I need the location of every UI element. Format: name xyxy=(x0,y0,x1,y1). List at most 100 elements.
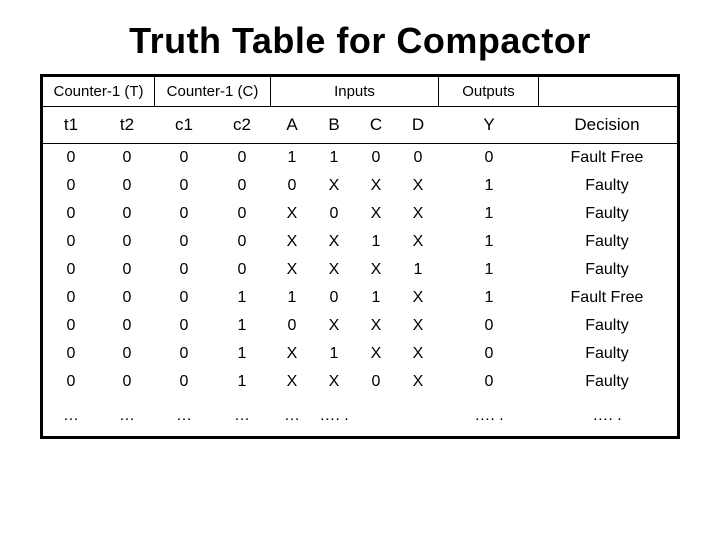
cell-t2: 0 xyxy=(99,312,155,340)
cell-C: X xyxy=(355,340,397,368)
cell-t2: 0 xyxy=(99,200,155,228)
cell-t1: 0 xyxy=(43,312,99,340)
cell-t1: 0 xyxy=(43,200,99,228)
cell-c1: … xyxy=(155,402,213,430)
cell-c1: 0 xyxy=(155,228,213,256)
cell-t1: … xyxy=(43,402,99,430)
cell-t1: 0 xyxy=(43,284,99,312)
cell-Y: 0 xyxy=(439,340,539,368)
cell-B: X xyxy=(313,228,355,256)
cell-C: X xyxy=(355,200,397,228)
cell-c1: 0 xyxy=(155,368,213,396)
cell-Decision: Faulty xyxy=(539,312,675,340)
cell-c2: 1 xyxy=(213,368,271,396)
cell-C: X xyxy=(355,172,397,200)
col-t2: t2 xyxy=(99,107,155,143)
cell-c2: 0 xyxy=(213,144,271,172)
cell-c1: 0 xyxy=(155,172,213,200)
col-c1: c1 xyxy=(155,107,213,143)
page-title: Truth Table for Compactor xyxy=(40,20,680,62)
cell-C: X xyxy=(355,256,397,284)
cell-D: 0 xyxy=(397,144,439,172)
cell-c2: … xyxy=(213,402,271,430)
cell-B: 0 xyxy=(313,200,355,228)
sub-header-row: t1 t2 c1 c2 A B C D Y Decision xyxy=(43,107,677,144)
cell-A: 0 xyxy=(271,312,313,340)
cell-A: X xyxy=(271,368,313,396)
cell-t1: 0 xyxy=(43,256,99,284)
cell-Decision: …. . xyxy=(539,402,675,430)
cell-c1: 0 xyxy=(155,200,213,228)
table-row: 0000XX1X1Faulty xyxy=(43,228,677,256)
cell-c1: 0 xyxy=(155,340,213,368)
cell-t2: 0 xyxy=(99,144,155,172)
cell-t2: 0 xyxy=(99,256,155,284)
cell-t1: 0 xyxy=(43,340,99,368)
cell-c2: 0 xyxy=(213,256,271,284)
ellipsis-row: … … … … … …. . …. . …. . xyxy=(43,402,677,430)
cell-c1: 0 xyxy=(155,256,213,284)
cell-D xyxy=(397,402,439,430)
cell-A: 1 xyxy=(271,284,313,312)
cell-Y: 0 xyxy=(439,312,539,340)
cell-c2: 0 xyxy=(213,200,271,228)
cell-t2: 0 xyxy=(99,284,155,312)
cell-B: …. . xyxy=(313,402,355,430)
col-Y: Y xyxy=(439,107,539,143)
cell-C: 1 xyxy=(355,284,397,312)
cell-D: X xyxy=(397,368,439,396)
cell-B: 1 xyxy=(313,340,355,368)
cell-t2: … xyxy=(99,402,155,430)
cell-C: 0 xyxy=(355,368,397,396)
group-inputs: Inputs xyxy=(271,77,439,106)
cell-D: X xyxy=(397,172,439,200)
cell-Y: 0 xyxy=(439,368,539,396)
cell-B: 0 xyxy=(313,284,355,312)
cell-c2: 1 xyxy=(213,340,271,368)
cell-t1: 0 xyxy=(43,228,99,256)
cell-Y: 1 xyxy=(439,172,539,200)
cell-A: X xyxy=(271,340,313,368)
cell-t1: 0 xyxy=(43,172,99,200)
cell-c1: 0 xyxy=(155,144,213,172)
cell-A: X xyxy=(271,256,313,284)
cell-c2: 1 xyxy=(213,312,271,340)
cell-D: X xyxy=(397,340,439,368)
cell-t2: 0 xyxy=(99,368,155,396)
col-D: D xyxy=(397,107,439,143)
cell-c1: 0 xyxy=(155,284,213,312)
cell-c2: 1 xyxy=(213,284,271,312)
cell-C: 1 xyxy=(355,228,397,256)
cell-Y: 1 xyxy=(439,228,539,256)
col-c2: c2 xyxy=(213,107,271,143)
cell-t2: 0 xyxy=(99,228,155,256)
cell-B: X xyxy=(313,368,355,396)
table-row: 00010XXX0Faulty xyxy=(43,312,677,340)
cell-c1: 0 xyxy=(155,312,213,340)
table-row: 0001X1XX0Faulty xyxy=(43,340,677,368)
cell-C: X xyxy=(355,312,397,340)
cell-t2: 0 xyxy=(99,172,155,200)
col-A: A xyxy=(271,107,313,143)
cell-B: X xyxy=(313,172,355,200)
cell-C xyxy=(355,402,397,430)
group-header-row: Counter-1 (T) Counter-1 (C) Inputs Outpu… xyxy=(43,77,677,107)
cell-Decision: Faulty xyxy=(539,256,675,284)
table-row: 00000XXX1Faulty xyxy=(43,172,677,200)
cell-c2: 0 xyxy=(213,228,271,256)
cell-B: X xyxy=(313,312,355,340)
cell-A: X xyxy=(271,228,313,256)
cell-Decision: Faulty xyxy=(539,172,675,200)
cell-D: X xyxy=(397,228,439,256)
col-t1: t1 xyxy=(43,107,99,143)
cell-D: X xyxy=(397,312,439,340)
cell-A: … xyxy=(271,402,313,430)
cell-Decision: Fault Free xyxy=(539,144,675,172)
group-counter-c: Counter-1 (C) xyxy=(155,77,271,106)
table-row: 0000XXX11Faulty xyxy=(43,256,677,284)
cell-Y: …. . xyxy=(439,402,539,430)
cell-Decision: Fault Free xyxy=(539,284,675,312)
cell-Decision: Faulty xyxy=(539,340,675,368)
truth-table: Counter-1 (T) Counter-1 (C) Inputs Outpu… xyxy=(40,74,680,439)
group-counter-t: Counter-1 (T) xyxy=(43,77,155,106)
